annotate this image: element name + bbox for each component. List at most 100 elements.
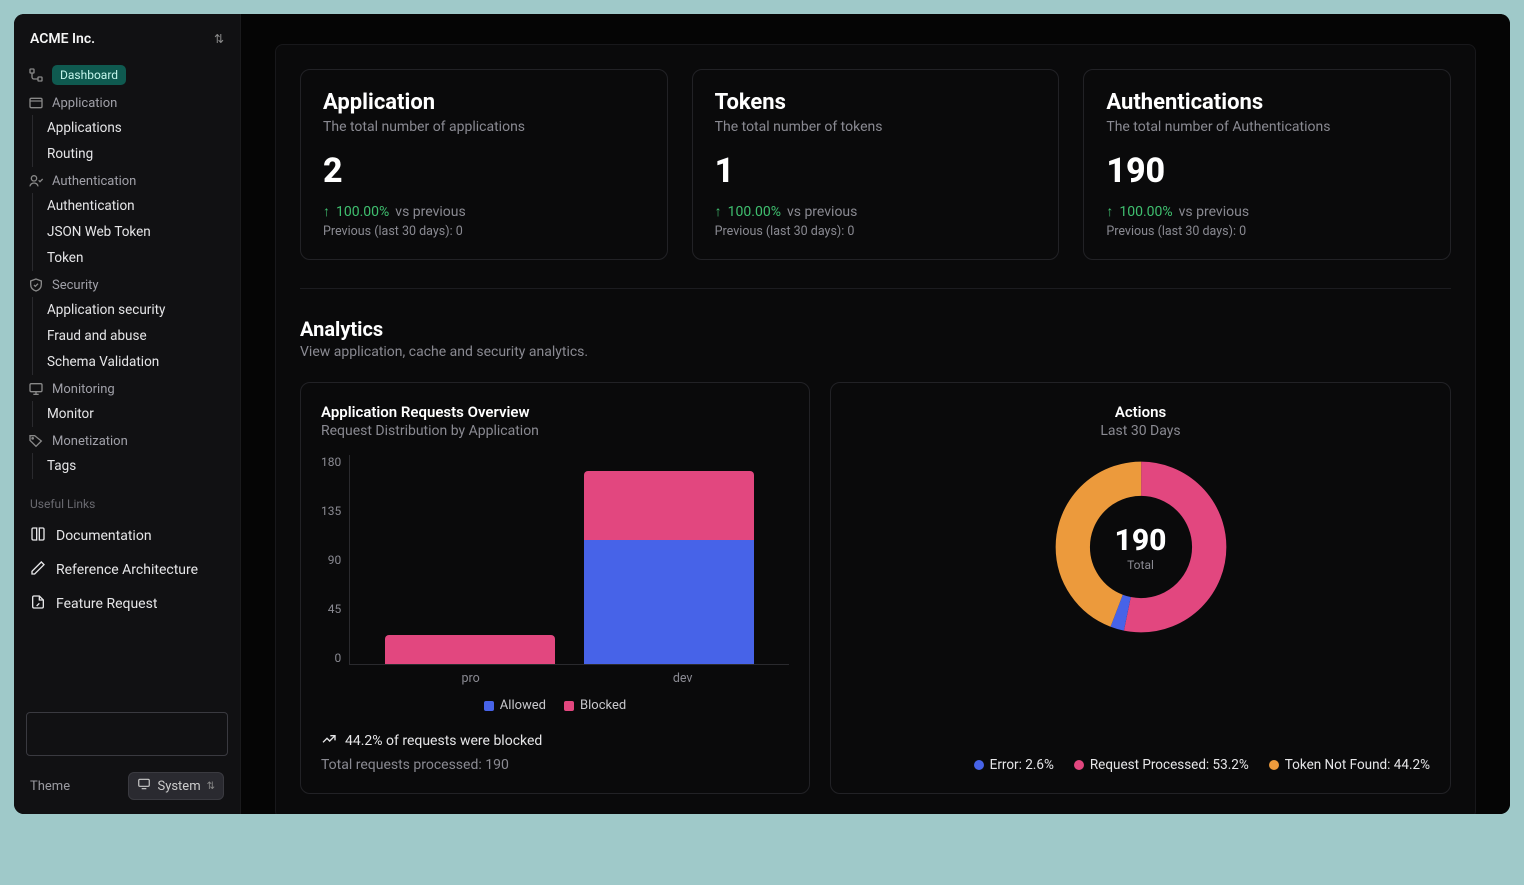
sidebar-item-monitor[interactable]: Monitor <box>47 401 230 427</box>
stat-cards: Application The total number of applicat… <box>300 69 1451 260</box>
sidebar-section-label: Application <box>52 96 117 111</box>
divider <box>300 288 1451 289</box>
sidebar-section-monetization[interactable]: Monetization <box>24 429 230 453</box>
sidebar-footer: Theme System ⇅ <box>24 704 230 800</box>
bar-legend: Allowed Blocked <box>321 698 789 713</box>
content: Application The total number of applicat… <box>275 44 1476 814</box>
analytics-subtitle: View application, cache and security ana… <box>300 344 1451 360</box>
stat-previous: Previous (last 30 days): 0 <box>323 224 645 239</box>
main: Application The total number of applicat… <box>241 14 1510 814</box>
sidebar-section-authentication[interactable]: Authentication <box>24 169 230 193</box>
sidebar-item-schema[interactable]: Schema Validation <box>47 349 230 375</box>
stat-title: Tokens <box>715 90 1037 115</box>
chart-footer: 44.2% of requests were blocked <box>321 731 789 751</box>
sidebar-section-security[interactable]: Security <box>24 273 230 297</box>
arrow-up-icon: ↑ <box>1106 203 1113 220</box>
sidebar-section-label: Monitoring <box>52 382 115 397</box>
bar-chart-card: Application Requests Overview Request Di… <box>300 382 810 794</box>
legend-label: Token Not Found: 44.2% <box>1285 757 1430 773</box>
sidebar-item-appsec[interactable]: Application security <box>47 297 230 323</box>
sidebar-section-label: Authentication <box>52 174 136 189</box>
link-feature-request[interactable]: Feature Request <box>24 587 230 621</box>
y-tick: 0 <box>334 651 341 665</box>
stat-vs: vs previous <box>395 204 465 220</box>
legend-label: Error: 2.6% <box>990 757 1054 773</box>
y-tick: 180 <box>321 455 341 469</box>
chevron-up-down-icon: ⇅ <box>207 781 215 792</box>
legend-dot-processed <box>1074 760 1084 770</box>
stat-card-tokens: Tokens The total number of tokens 1 ↑ 10… <box>692 69 1060 260</box>
book-icon <box>30 526 46 546</box>
x-axis: pro dev <box>321 665 789 686</box>
stat-change: 100.00% <box>336 204 389 220</box>
theme-select[interactable]: System ⇅ <box>128 772 224 800</box>
stat-subtitle: The total number of Authentications <box>1106 119 1428 135</box>
sidebar-item-authentication[interactable]: Authentication <box>47 193 230 219</box>
donut-label: Total <box>1127 558 1154 572</box>
legend-dot-error <box>974 760 984 770</box>
pencil-icon <box>30 560 46 580</box>
sidebar-section-monitoring[interactable]: Monitoring <box>24 377 230 401</box>
org-switcher[interactable]: ACME Inc. ⇅ <box>24 28 230 61</box>
analytics-title: Analytics <box>300 317 1451 341</box>
legend-label: Blocked <box>580 698 626 713</box>
stat-subtitle: The total number of tokens <box>715 119 1037 135</box>
nav: Dashboard Application Applications Routi… <box>24 61 230 704</box>
sidebar-section-label: Monetization <box>52 434 128 449</box>
chevron-up-down-icon: ⇅ <box>214 32 224 46</box>
link-documentation[interactable]: Documentation <box>24 519 230 553</box>
stat-value: 2 <box>323 151 645 191</box>
plot-area <box>349 455 789 665</box>
charts-row: Application Requests Overview Request Di… <box>300 382 1451 794</box>
link-label: Documentation <box>56 528 152 544</box>
bar-seg-blocked <box>584 471 754 540</box>
upgrade-box[interactable] <box>26 712 228 756</box>
stat-card-auth: Authentications The total number of Auth… <box>1083 69 1451 260</box>
shield-icon <box>28 277 44 293</box>
chart-footer-text: 44.2% of requests were blocked <box>345 733 542 749</box>
link-label: Feature Request <box>56 596 157 612</box>
pie-chart-card: Actions Last 30 Days 190 Total <box>830 382 1451 794</box>
legend-label: Allowed <box>500 698 546 713</box>
legend-swatch-blocked <box>564 701 574 711</box>
chart-title: Actions <box>1115 403 1166 421</box>
bar-seg-allowed <box>584 540 754 664</box>
legend-label: Request Processed: 53.2% <box>1090 757 1249 773</box>
stat-change: 100.00% <box>1119 204 1172 220</box>
bar-seg-blocked <box>385 635 555 664</box>
stat-title: Application <box>323 90 645 115</box>
sidebar-item-applications[interactable]: Applications <box>47 115 230 141</box>
window-icon <box>28 95 44 111</box>
arrow-up-icon: ↑ <box>715 203 722 220</box>
stat-title: Authentications <box>1106 90 1428 115</box>
stat-previous: Previous (last 30 days): 0 <box>715 224 1037 239</box>
sidebar: ACME Inc. ⇅ Dashboard Application Applic… <box>14 14 241 814</box>
stat-vs: vs previous <box>787 204 857 220</box>
useful-links-header: Useful Links <box>24 479 230 519</box>
sidebar-item-dashboard[interactable]: Dashboard <box>24 61 230 89</box>
link-reference-architecture[interactable]: Reference Architecture <box>24 553 230 587</box>
sidebar-item-token[interactable]: Token <box>47 245 230 271</box>
sidebar-section-label: Security <box>52 278 99 293</box>
dashboard-badge: Dashboard <box>52 65 126 85</box>
sidebar-item-jwt[interactable]: JSON Web Token <box>47 219 230 245</box>
donut-value: 190 <box>1115 523 1167 558</box>
workflow-icon <box>28 67 44 83</box>
link-label: Reference Architecture <box>56 562 198 578</box>
chart-title: Application Requests Overview <box>321 403 789 421</box>
monitor-icon <box>137 777 151 795</box>
trending-up-icon <box>321 731 337 751</box>
bar-pro <box>385 635 555 664</box>
bar-dev <box>584 471 754 664</box>
bar-chart: 180 135 90 45 0 <box>321 455 789 665</box>
chart-subtitle: Last 30 Days <box>1100 423 1180 439</box>
sidebar-item-routing[interactable]: Routing <box>47 141 230 167</box>
org-name: ACME Inc. <box>30 31 95 47</box>
monitor-icon <box>28 381 44 397</box>
sidebar-section-application[interactable]: Application <box>24 91 230 115</box>
sidebar-item-fraud[interactable]: Fraud and abuse <box>47 323 230 349</box>
sidebar-item-tags[interactable]: Tags <box>47 453 230 479</box>
theme-value: System <box>157 779 200 794</box>
app-window: ACME Inc. ⇅ Dashboard Application Applic… <box>14 14 1510 814</box>
donut-chart: 190 Total <box>1051 457 1231 637</box>
